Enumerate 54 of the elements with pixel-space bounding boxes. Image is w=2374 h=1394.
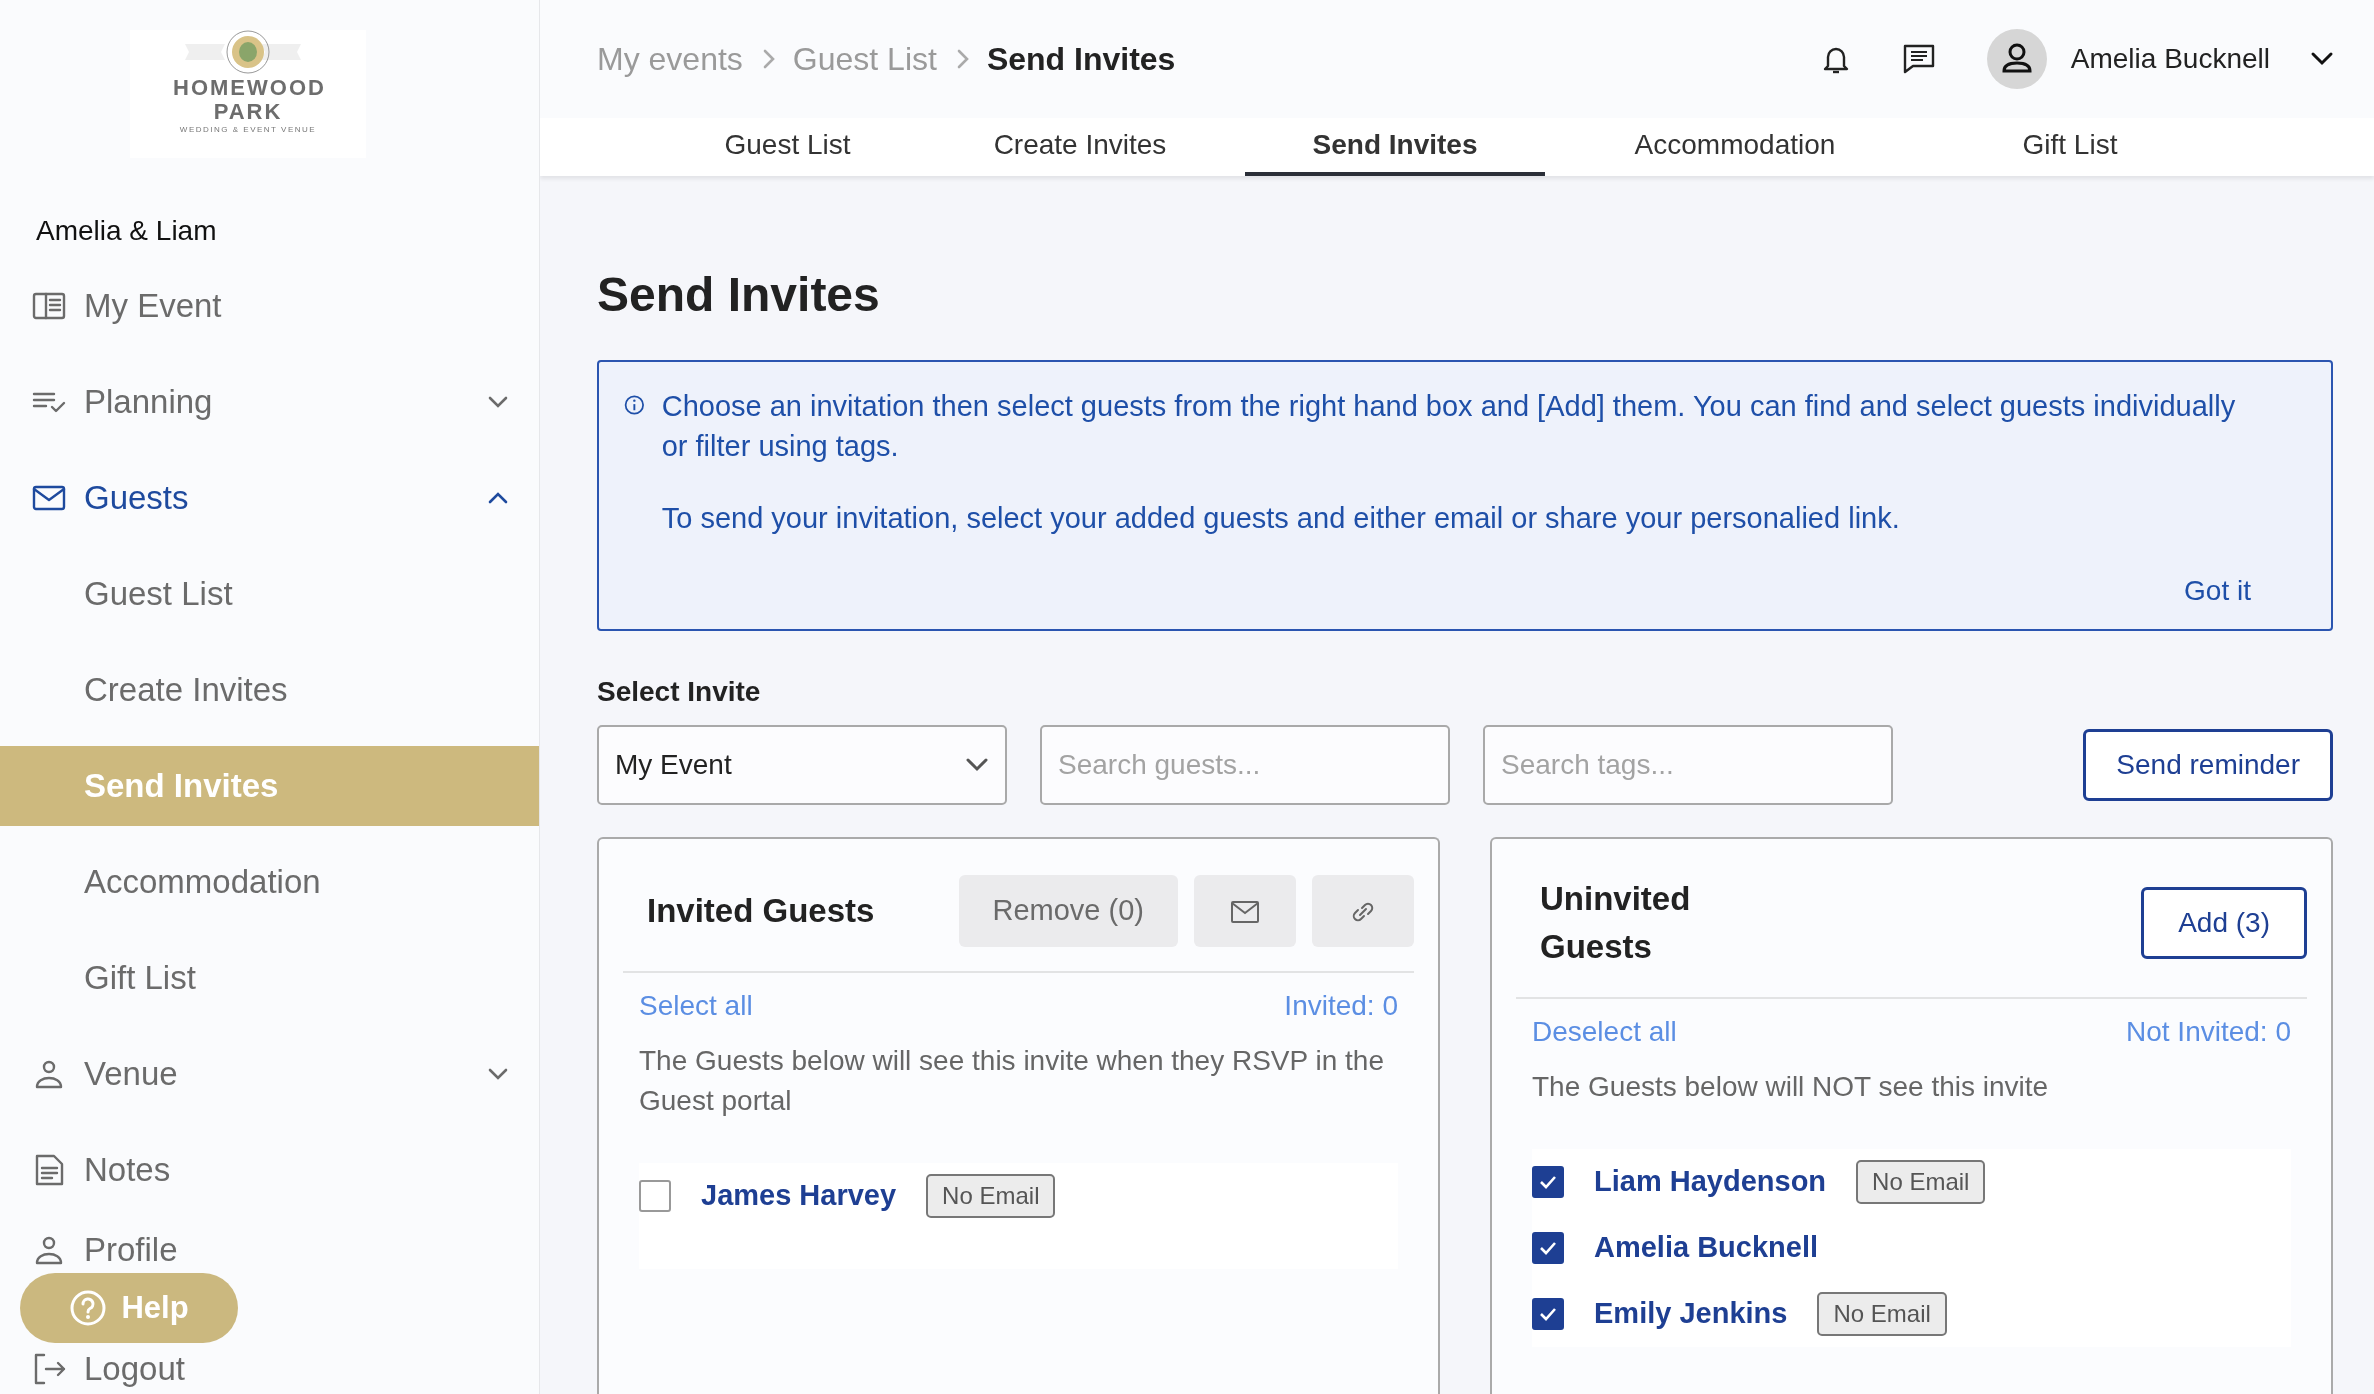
logo-tagline: WEDDING & EVENT VENUE bbox=[179, 124, 317, 136]
checkbox[interactable] bbox=[639, 1179, 671, 1212]
logo-wordmark: HOMEWOOD PARK bbox=[173, 76, 323, 124]
sidebar-item[interactable]: Notes bbox=[0, 1130, 539, 1210]
panel-title: Uninvited Guests bbox=[1540, 878, 1692, 967]
select-all-link[interactable]: Deselect all bbox=[1532, 1010, 1677, 1053]
checkbox[interactable] bbox=[1532, 1165, 1564, 1198]
panel-title: Invited Guests bbox=[647, 890, 875, 931]
event-name: Amelia & Liam bbox=[36, 214, 218, 248]
panel-description: The Guests below will see this invite when they RSVP in the Guest portal bbox=[639, 1043, 1385, 1118]
sidebar-item[interactable]: Venue bbox=[0, 1034, 539, 1114]
tab[interactable]: Send Invites bbox=[1245, 118, 1545, 176]
breadcrumb-link[interactable]: My events bbox=[597, 35, 743, 83]
status-tag: No Email bbox=[1856, 1159, 1986, 1204]
tab[interactable]: Accommodation bbox=[1545, 118, 1925, 176]
tab[interactable]: Guest List bbox=[660, 118, 915, 176]
dismiss-link[interactable]: Got it bbox=[2184, 574, 2251, 606]
guest-name-link[interactable]: Emily Jenkins bbox=[1594, 1291, 1788, 1336]
status-tag: No Email bbox=[1817, 1291, 1947, 1336]
tab[interactable]: Create Invites bbox=[915, 118, 1245, 176]
send-reminder-button[interactable]: Send reminder bbox=[2083, 728, 2333, 801]
breadcrumb-link[interactable]: Send Invites bbox=[986, 35, 1176, 83]
avatar-icon bbox=[1986, 29, 2047, 89]
invite-select[interactable]: My Event bbox=[597, 724, 1007, 805]
action-button[interactable]: Remove (0) bbox=[958, 874, 1178, 947]
select-all-link[interactable]: Select all bbox=[639, 984, 753, 1027]
search-field[interactable]: Search tags... bbox=[1483, 724, 1893, 805]
sidebar-subitem[interactable]: Create Invites bbox=[0, 650, 539, 730]
checkbox[interactable] bbox=[1532, 1231, 1564, 1264]
panel-description: The Guests below will NOT see this invite bbox=[1532, 1069, 2050, 1104]
action-button[interactable]: Add (3) bbox=[2141, 886, 2307, 959]
tab[interactable]: Gift List bbox=[1925, 118, 2215, 176]
guest-name-link[interactable]: James Harvey bbox=[701, 1173, 897, 1218]
info-text: To send your invitation, select your added guests and either email or share your personalied link. bbox=[661, 500, 1901, 536]
page-title: Send Invites bbox=[597, 267, 881, 323]
sidebar-item[interactable]: My Event bbox=[0, 266, 539, 346]
checkbox[interactable] bbox=[1532, 1297, 1564, 1330]
sidebar-subitem[interactable]: Guest List bbox=[0, 554, 539, 634]
question-icon bbox=[69, 1289, 108, 1327]
user-name: Amelia Bucknell bbox=[2070, 42, 2270, 76]
field-label: Select Invite bbox=[597, 674, 762, 709]
guest-count: Invited: 0 bbox=[1284, 988, 1398, 1023]
sidebar-subitem[interactable]: Gift List bbox=[0, 938, 539, 1018]
search-field[interactable]: Search guests... bbox=[1040, 724, 1450, 805]
breadcrumb-link[interactable]: Guest List bbox=[792, 35, 937, 83]
guest-name-link[interactable]: Amelia Bucknell bbox=[1594, 1225, 1819, 1270]
guest-name-link[interactable]: Liam Haydenson bbox=[1594, 1159, 1827, 1204]
email-button[interactable] bbox=[1194, 874, 1296, 947]
info-text: Choose an invitation then select guests from the right hand box and [Add] them. You can find and select guests individually or filter using tags. bbox=[661, 388, 2237, 464]
sidebar-item[interactable]: Guests bbox=[0, 458, 539, 538]
sidebar-item[interactable]: Planning bbox=[0, 362, 539, 442]
guest-count: Not Invited: 0 bbox=[2126, 1014, 2291, 1049]
sidebar-subitem[interactable]: Accommodation bbox=[0, 842, 539, 922]
status-tag: No Email bbox=[926, 1173, 1056, 1218]
